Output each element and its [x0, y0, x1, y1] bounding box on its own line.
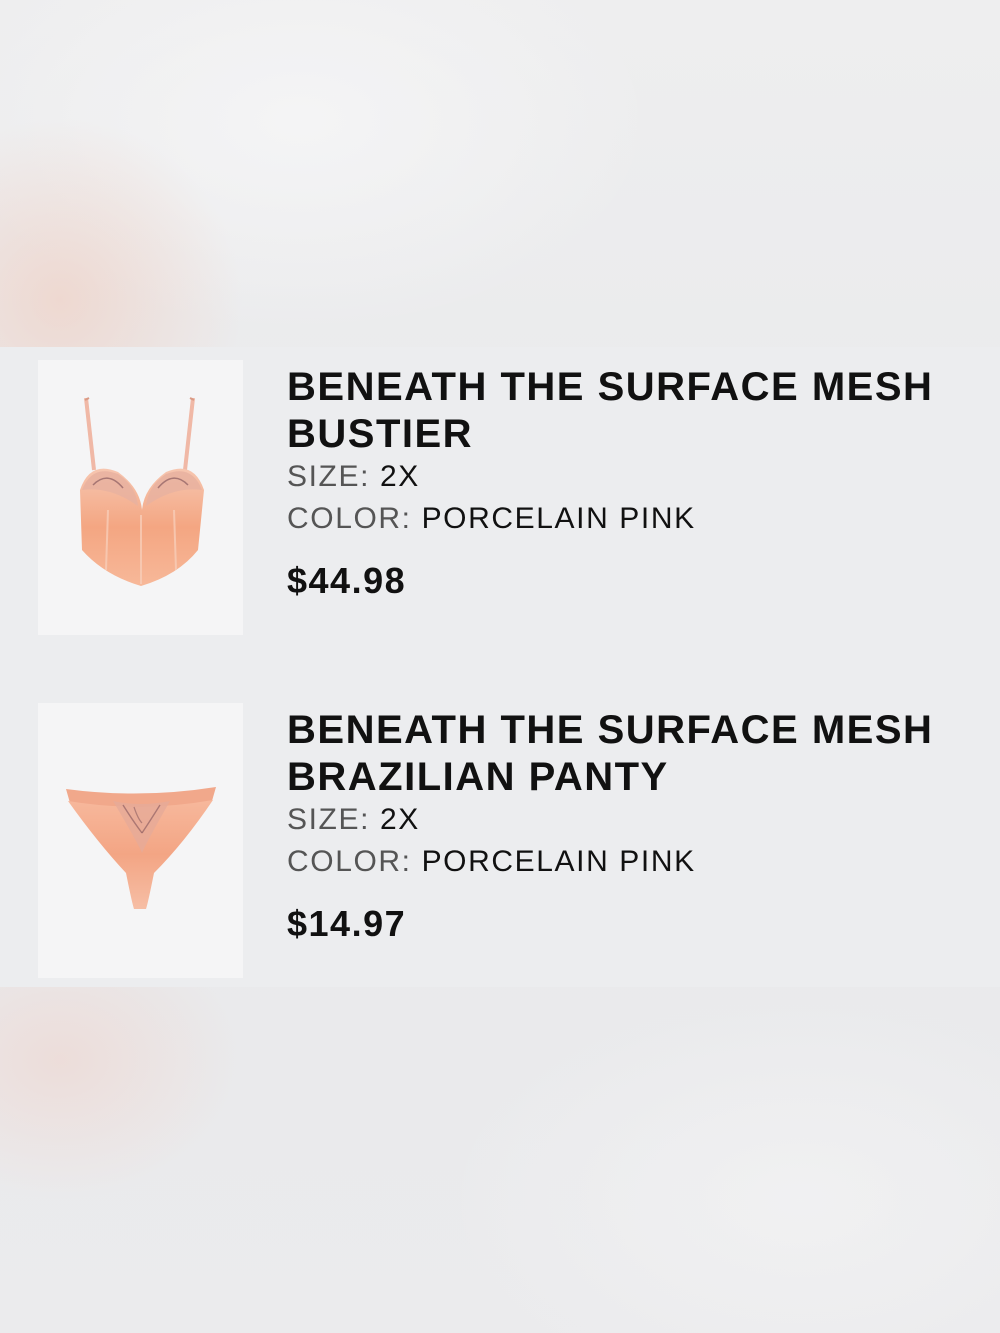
- size-value: 2X: [379, 460, 420, 493]
- color-label: COLOR:: [287, 845, 412, 878]
- bustier-product-image[interactable]: [38, 360, 243, 635]
- product-title-line2: BRAZILIAN PANTY: [287, 755, 669, 799]
- product-title-line2: BUSTIER: [287, 412, 474, 456]
- panty-product-image[interactable]: [38, 703, 243, 978]
- product-title[interactable]: BENEATH THE SURFACE MESH BRAZILIAN PANTY: [287, 707, 987, 801]
- color-value: PORCELAIN PINK: [421, 845, 696, 878]
- size-label: SIZE:: [287, 803, 371, 836]
- product-title[interactable]: BENEATH THE SURFACE MESH BUSTIER: [287, 364, 987, 458]
- product-title-line1: BENEATH THE SURFACE MESH: [287, 365, 934, 409]
- price: $44.98: [287, 560, 407, 601]
- bustier-icon: [80, 397, 204, 586]
- color-label: COLOR:: [287, 502, 412, 535]
- cart-item: BENEATH THE SURFACE MESH BRAZILIAN PANTY…: [0, 703, 1000, 978]
- cart-item: BENEATH THE SURFACE MESH BUSTIER SIZE: 2…: [0, 360, 1000, 635]
- size-label: SIZE:: [287, 460, 371, 493]
- size-value: 2X: [379, 803, 420, 836]
- color-value: PORCELAIN PINK: [421, 502, 696, 535]
- panty-icon: [66, 787, 216, 909]
- size-row: SIZE: 2X: [287, 803, 420, 837]
- product-title-line1: BENEATH THE SURFACE MESH: [287, 708, 934, 752]
- size-row: SIZE: 2X: [287, 460, 420, 494]
- price: $14.97: [287, 903, 407, 944]
- color-row: COLOR: PORCELAIN PINK: [287, 502, 696, 536]
- color-row: COLOR: PORCELAIN PINK: [287, 845, 696, 879]
- cart-items-panel: BENEATH THE SURFACE MESH BUSTIER SIZE: 2…: [0, 347, 1000, 987]
